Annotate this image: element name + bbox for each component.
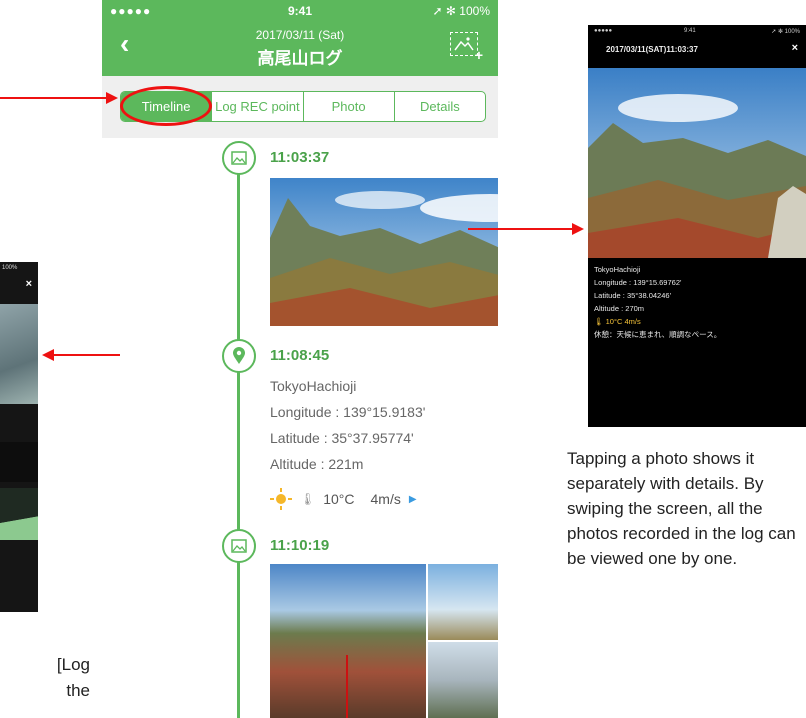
photo-detail-screenshot: ●●●●● 9:41 ➚ ✻ 100% 2017/03/11(SAT)11:03… [588, 25, 806, 427]
photo-datetime: 2017/03/11(SAT)11:03:37 [606, 45, 698, 54]
entry-time: 11:03:37 [270, 149, 330, 166]
photo-info: TokyoHachioji Longitude : 139°15.69762' … [594, 263, 721, 341]
info-longitude: Longitude : 139°15.69762' [594, 278, 682, 287]
arrow-to-detail [468, 223, 584, 235]
left-phone-status: 100% [2, 265, 18, 271]
log-date: 2017/03/11 (Sat) [255, 28, 345, 42]
timeline-line [237, 166, 240, 718]
tab-photo[interactable]: Photo [302, 92, 394, 121]
photo-entry-icon [222, 141, 256, 175]
map-thumbnail [0, 304, 38, 404]
photo-entry-icon [222, 529, 256, 563]
info-altitude: Altitude : 270m [594, 304, 645, 313]
wind-direction-icon: ▶ [408, 493, 417, 505]
photo-add-icon [454, 37, 474, 51]
location-pin-icon [222, 339, 256, 373]
close-icon[interactable]: × [792, 42, 798, 54]
timeline-photo[interactable] [270, 178, 498, 326]
info-latitude: Latitude : 35°38.04246' [594, 291, 671, 300]
grid-photo[interactable] [428, 642, 498, 718]
right-caption: Tapping a photo shows it separately with… [567, 449, 796, 568]
info-memo: 休憩：天候に恵まれ、順調なペース。 [594, 330, 722, 339]
info-weather: 🌡 10°C 4m/s [594, 317, 641, 326]
battery-indicator: ➚ ✻ 100% [432, 4, 490, 18]
page-title: 高尾山ログ [257, 49, 343, 68]
latitude: Latitude : 35°37.95774' [270, 430, 414, 446]
sun-icon [270, 488, 292, 510]
left-caption: [Log the [56, 655, 90, 700]
highlight-circle [120, 86, 212, 126]
longitude: Longitude : 139°15.9183' [270, 404, 426, 420]
left-phone-screenshot: 100% × [0, 262, 38, 612]
place-name: TokyoHachioji [270, 378, 357, 394]
entry-time: 11:08:45 [270, 347, 330, 364]
tab-log-rec-point[interactable]: Log REC point [211, 92, 302, 121]
thermometer-icon: 🌡 [300, 492, 316, 506]
arrow-from-photo [346, 655, 348, 718]
add-photo-button[interactable]: + [450, 32, 483, 63]
altitude-graph [0, 488, 38, 540]
status-bar: ●●●●● 9:41 ➚ ✻ 100% [102, 0, 498, 22]
arrow-to-tabs [0, 92, 118, 104]
arrow-to-map [42, 349, 120, 361]
detail-photo [588, 68, 806, 258]
app-header: ●●●●● 9:41 ➚ ✻ 100% ‹ 2017/03/11 (Sat) 高… [102, 0, 498, 76]
grid-photo[interactable] [428, 564, 498, 640]
weather-row: 🌡 10°C 4m/s ▶ [270, 488, 417, 510]
right-phone-status: ●●●●● 9:41 ➚ ✻ 100% [594, 28, 800, 35]
left-phone-panel [0, 442, 38, 482]
wind-speed: 4m/s [370, 491, 401, 507]
info-place: TokyoHachioji [594, 265, 641, 274]
entry-time: 11:10:19 [270, 537, 330, 554]
plus-icon: + [474, 47, 483, 63]
tab-details[interactable]: Details [393, 92, 485, 121]
temperature: 10°C [323, 491, 355, 507]
altitude: Altitude : 221m [270, 456, 364, 472]
photo-grid [270, 564, 498, 718]
close-icon[interactable]: × [26, 278, 32, 290]
